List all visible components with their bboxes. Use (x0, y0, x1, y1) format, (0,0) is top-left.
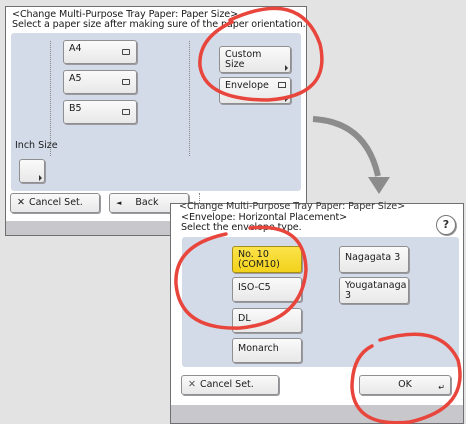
underlying-title-peek: <Change Multi-Purpose Tray Paper: Paper … (179, 201, 406, 212)
portrait-paper-icon (122, 49, 130, 55)
divider (50, 41, 51, 156)
envelope-label: Envelope (225, 80, 269, 91)
close-x-icon: ✕ (17, 197, 25, 208)
ok-label: OK (398, 379, 412, 390)
cancel-label: Cancel Set. (199, 379, 254, 390)
envelope-icon (278, 82, 286, 88)
paper-size-a5-button[interactable]: A5 (63, 70, 137, 94)
yougatanaga-label-line2: 3 (345, 290, 352, 301)
divider (189, 41, 190, 156)
screen2-button-area (182, 237, 459, 367)
nagagata3-label: Nagagata 3 (345, 252, 401, 263)
screen2-instruction: Select the envelope type. (181, 222, 302, 233)
submenu-arrow-icon (285, 96, 288, 102)
submenu-arrow-icon (39, 175, 42, 181)
paper-size-a4-button[interactable]: A4 (63, 40, 137, 64)
close-x-icon: ✕ (188, 379, 196, 390)
envelope-no10-button[interactable]: No. 10 (COM10) (232, 246, 302, 273)
back-triangle-icon: ◄ (116, 199, 122, 207)
ok-button[interactable]: OK ↵ (359, 375, 451, 395)
yougatanaga-label-line1: Yougatanaga (345, 280, 407, 291)
portrait-paper-icon (122, 79, 130, 85)
portrait-paper-icon (122, 109, 130, 115)
isoc5-label: ISO-C5 (238, 282, 271, 293)
b5-label: B5 (69, 103, 82, 114)
envelope-button[interactable]: Envelope (219, 77, 291, 104)
monarch-label: Monarch (238, 343, 279, 354)
envelope-isoc5-button[interactable]: ISO-C5 (232, 277, 302, 302)
help-icon[interactable]: ? (436, 215, 456, 235)
back-label: Back (135, 197, 159, 208)
envelope-nagagata3-button[interactable]: Nagagata 3 (339, 246, 409, 273)
screen2-status-bar (171, 405, 463, 423)
submenu-arrow-icon (285, 65, 288, 71)
envelope-type-screen: <Change Multi-Purpose Tray Paper: Paper … (170, 201, 464, 424)
inch-size-button[interactable] (19, 159, 45, 183)
dl-label: DL (238, 313, 251, 324)
inch-size-label: Inch Size (15, 140, 58, 151)
envelope-yougatanaga3-button[interactable]: Yougatanaga 3 (339, 277, 409, 304)
no10-label-line2: (COM10) (238, 259, 280, 270)
paper-size-b5-button[interactable]: B5 (63, 100, 137, 124)
screen1-instruction: Select a paper size after making sure of… (12, 19, 306, 30)
enter-icon: ↵ (438, 383, 445, 392)
a5-label: A5 (69, 73, 82, 84)
custom-size-button[interactable]: Custom Size (219, 46, 291, 73)
cancel-settings-button[interactable]: ✕ Cancel Set. (181, 375, 279, 395)
a4-label: A4 (69, 43, 82, 54)
envelope-monarch-button[interactable]: Monarch (232, 338, 302, 363)
cancel-settings-button[interactable]: ✕ Cancel Set. (10, 193, 100, 213)
custom-size-label-line2: Size (225, 59, 245, 70)
envelope-dl-button[interactable]: DL (232, 308, 302, 333)
cancel-label: Cancel Set. (28, 197, 83, 208)
